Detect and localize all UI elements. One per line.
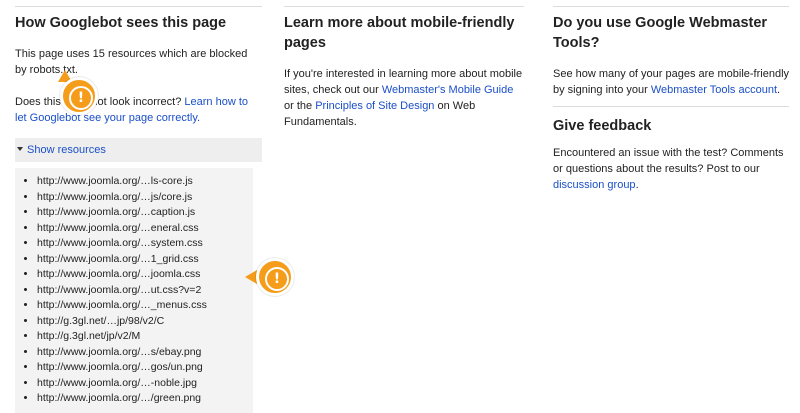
discussion-group-link[interactable]: discussion group [553, 179, 636, 191]
mobile-friendly-info-column: Learn more about mobile-friendly pages I… [284, 0, 524, 130]
warning-marker-robots: ! [60, 77, 98, 115]
resource-item: http://www.joomla.org/…eneral.css [37, 221, 253, 237]
googlebot-title: How Googlebot sees this page [15, 15, 227, 31]
exclamation-icon: ! [69, 86, 93, 110]
resource-item: http://g.3gl.net/…jp/98/v2/C [37, 314, 253, 330]
resource-item: http://www.joomla.org/…1_grid.css [37, 252, 253, 268]
resource-item: http://www.joomla.org/…caption.js [37, 205, 253, 221]
googlebot-view-column: How Googlebot sees this page This page u… [15, 0, 262, 413]
feedback-divider [553, 106, 789, 107]
blocked-resources-panel: http://www.joomla.org/…ls-core.jshttp://… [15, 168, 253, 413]
mobile-friendly-text: If you're interested in learning more ab… [284, 66, 524, 130]
blocked-resources-intro: This page uses 15 resources which are bl… [15, 48, 248, 76]
mobile-guide-link[interactable]: Webmaster's Mobile Guide [382, 84, 514, 96]
mobile-text-b: or the [284, 100, 313, 112]
show-resources-label: Show resources [27, 144, 106, 156]
webmaster-tools-column: Do you use Google Webmaster Tools? See h… [553, 0, 789, 193]
resource-item: http://www.joomla.org/…ut.css?v=2 [37, 283, 253, 299]
resource-item: http://www.joomla.org/…_menus.css [37, 298, 253, 314]
blocked-resources-list: http://www.joomla.org/…ls-core.jshttp://… [15, 174, 253, 407]
show-resources-toggle[interactable]: Show resources [15, 138, 262, 162]
triangle-down-icon [17, 147, 23, 152]
mobile-friendly-title: Learn more about mobile-friendly pages [284, 15, 515, 51]
site-design-link[interactable]: Principles of Site Design [315, 100, 434, 112]
exclamation-icon: ! [265, 267, 289, 291]
resource-item: http://www.joomla.org/…/green.png [37, 391, 253, 407]
incorrect-page-text: Does this page not look incorrect? [15, 96, 182, 108]
feedback-text-end: . [635, 179, 639, 191]
resource-item: http://www.joomla.org/…system.css [37, 236, 253, 252]
feedback-title: Give feedback [553, 118, 652, 134]
resource-item: http://www.joomla.org/…ls-core.js [37, 174, 253, 190]
resource-item: http://www.joomla.org/…js/core.js [37, 190, 253, 206]
webmaster-tools-title: Do you use Google Webmaster Tools? [553, 15, 768, 51]
resource-item: http://g.3gl.net/jp/v2/M [37, 329, 253, 345]
top-divider [15, 6, 262, 7]
top-divider [284, 6, 524, 7]
webmaster-tools-link[interactable]: Webmaster Tools account [651, 84, 777, 96]
resource-item: http://www.joomla.org/…gos/un.png [37, 360, 253, 376]
feedback-text: Encountered an issue with the test? Comm… [553, 145, 789, 193]
resource-item: http://www.joomla.org/…s/ebay.png [37, 345, 253, 361]
webmaster-tools-text: See how many of your pages are mobile-fr… [553, 66, 789, 98]
feedback-text-body: Encountered an issue with the test? Comm… [553, 147, 784, 175]
incorrect-page-note: Does this page not look incorrect? Learn… [15, 94, 262, 126]
resource-item: http://www.joomla.org/…-noble.jpg [37, 376, 253, 392]
webmaster-text-b: . [777, 84, 781, 96]
top-divider [553, 6, 789, 7]
warning-marker-resources: ! [256, 258, 294, 296]
resource-item: http://www.joomla.org/…joomla.css [37, 267, 253, 283]
